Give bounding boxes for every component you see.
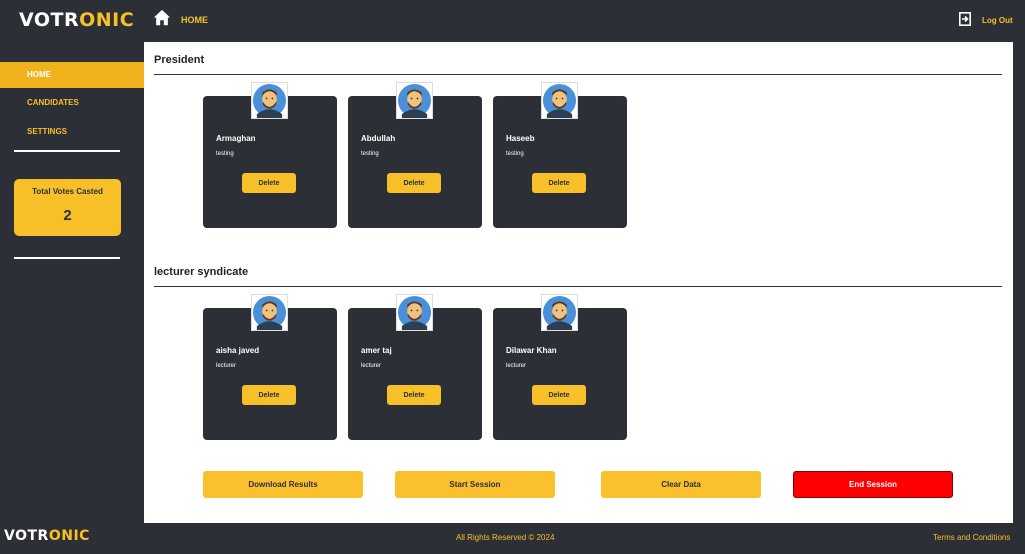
total-votes-title: Total Votes Casted	[32, 187, 103, 196]
section-divider	[154, 286, 1002, 287]
total-votes-count: 2	[63, 207, 72, 224]
candidate-card: Dilawar Khan lecturer Delete	[493, 294, 627, 440]
brand-logo[interactable]: VOTRONIC	[19, 9, 134, 31]
delete-candidate-button[interactable]: Delete	[387, 173, 441, 193]
clear-data-button[interactable]: Clear Data	[601, 471, 761, 498]
candidate-description: testing	[506, 151, 524, 157]
footer-logo: VOTRONIC	[4, 528, 90, 544]
delete-candidate-button[interactable]: Delete	[242, 385, 296, 405]
candidate-card: Abdullah testing Delete	[348, 82, 482, 228]
candidate-name: Abdullah	[361, 134, 396, 143]
terms-link[interactable]: Terms and Conditions	[933, 533, 1010, 542]
section-title-lecturer-syndicate: lecturer syndicate	[154, 266, 249, 278]
delete-candidate-button[interactable]: Delete	[242, 173, 296, 193]
candidate-description: testing	[216, 151, 234, 157]
candidate-description: lecturer	[506, 363, 527, 369]
delete-candidate-button[interactable]: Delete	[532, 385, 586, 405]
candidate-card: aisha javed lecturer Delete	[203, 294, 337, 440]
sidebar-item-candidates[interactable]: CANDIDATES	[0, 90, 144, 116]
candidate-name: amer taj	[361, 346, 392, 355]
candidate-avatar-icon	[541, 294, 578, 331]
candidate-avatar-icon	[396, 294, 433, 331]
candidate-card: amer taj lecturer Delete	[348, 294, 482, 440]
top-bar: VOTRONIC HOME Log Out	[0, 0, 1025, 42]
candidate-description: testing	[361, 151, 379, 157]
sidebar-item-settings[interactable]: SETTINGS	[0, 119, 144, 145]
end-session-button[interactable]: End Session	[793, 471, 953, 498]
delete-candidate-button[interactable]: Delete	[387, 385, 441, 405]
section-title-president: President	[154, 54, 205, 66]
candidate-name: Armaghan	[216, 134, 256, 143]
sidebar-divider	[14, 257, 120, 259]
sidebar-item-home[interactable]: HOME	[0, 62, 144, 88]
candidate-avatar-icon	[251, 294, 288, 331]
logout-icon[interactable]	[959, 12, 971, 26]
logout-link[interactable]: Log Out	[982, 16, 1013, 25]
candidate-avatar-icon	[541, 82, 578, 119]
candidate-description: lecturer	[216, 363, 237, 369]
home-icon[interactable]	[153, 9, 171, 27]
total-votes-card: Total Votes Casted 2	[14, 179, 121, 236]
download-results-button[interactable]: Download Results	[203, 471, 363, 498]
main-panel: President Armaghan testing Delete Abdull…	[144, 42, 1013, 523]
section-divider	[154, 74, 1002, 75]
start-session-button[interactable]: Start Session	[395, 471, 555, 498]
candidate-name: Dilawar Khan	[506, 346, 557, 355]
candidate-description: lecturer	[361, 363, 382, 369]
copyright-text: All Rights Reserved © 2024	[456, 533, 555, 542]
candidate-avatar-icon	[396, 82, 433, 119]
sidebar-divider	[14, 150, 120, 152]
candidate-avatar-icon	[251, 82, 288, 119]
candidate-card: Armaghan testing Delete	[203, 82, 337, 228]
candidate-name: Haseeb	[506, 134, 535, 143]
candidate-card: Haseeb testing Delete	[493, 82, 627, 228]
page-title: HOME	[181, 15, 208, 25]
delete-candidate-button[interactable]: Delete	[532, 173, 586, 193]
candidate-name: aisha javed	[216, 346, 260, 355]
